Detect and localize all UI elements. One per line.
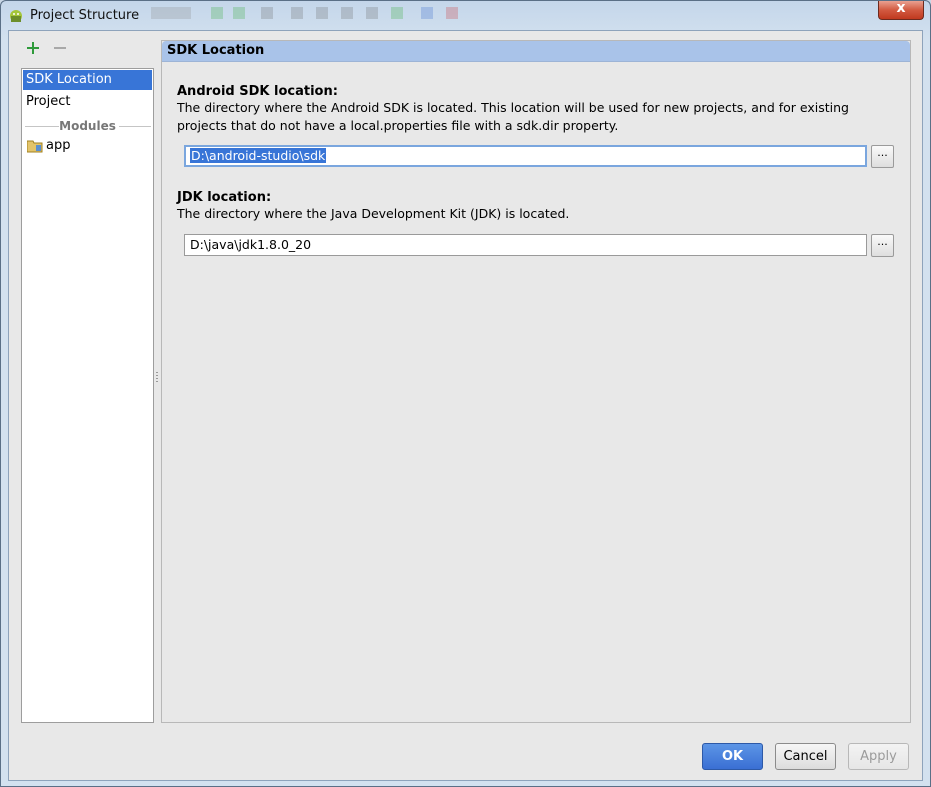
window-title: Project Structure [30, 8, 140, 23]
splitter-grip[interactable] [155, 371, 159, 385]
sidebar-list: SDK Location Project Modules app [21, 68, 154, 723]
sidebar-item-project[interactable]: Project [23, 92, 152, 112]
jdk-browse-button[interactable]: ... [871, 234, 894, 257]
jdk-description: The directory where the Java Development… [177, 206, 570, 221]
android-sdk-browse-button[interactable]: ... [871, 145, 894, 168]
background-toolbar-icons [151, 7, 458, 19]
sidebar-item-app-label: app [46, 138, 71, 153]
modules-header: Modules [59, 119, 116, 133]
android-sdk-title: Android SDK location: [177, 84, 338, 99]
dialog-body: SDK Location Project Modules app SDK Loc… [8, 30, 923, 781]
jdk-path-input[interactable]: D:\java\jdk1.8.0_20 [184, 234, 867, 256]
jdk-title: JDK location: [177, 190, 272, 205]
minus-icon[interactable] [53, 41, 67, 55]
jdk-path-value: D:\java\jdk1.8.0_20 [190, 237, 312, 252]
cancel-button[interactable]: Cancel [775, 743, 836, 770]
project-structure-window: Project Structure x SDK Location Project… [0, 0, 931, 787]
android-studio-icon [10, 10, 22, 22]
apply-button[interactable]: Apply [848, 743, 909, 770]
title-bar[interactable]: Project Structure x [1, 0, 930, 29]
close-icon: x [896, 0, 906, 16]
android-sdk-path-value: D:\android-studio\sdk [190, 148, 327, 163]
sidebar-item-app[interactable]: app [23, 136, 152, 156]
module-folder-icon [27, 140, 43, 153]
sidebar-item-sdk-location[interactable]: SDK Location [23, 70, 152, 90]
panel-header: SDK Location [162, 41, 910, 62]
android-sdk-path-input[interactable]: D:\android-studio\sdk [184, 145, 867, 167]
modules-separator: Modules [23, 118, 152, 134]
plus-icon[interactable] [26, 41, 40, 55]
close-button[interactable]: x [878, 0, 924, 20]
android-sdk-description: The directory where the Android SDK is l… [177, 100, 849, 133]
ok-button[interactable]: OK [702, 743, 763, 770]
sdk-location-panel: SDK Location Android SDK location: The d… [161, 40, 911, 723]
